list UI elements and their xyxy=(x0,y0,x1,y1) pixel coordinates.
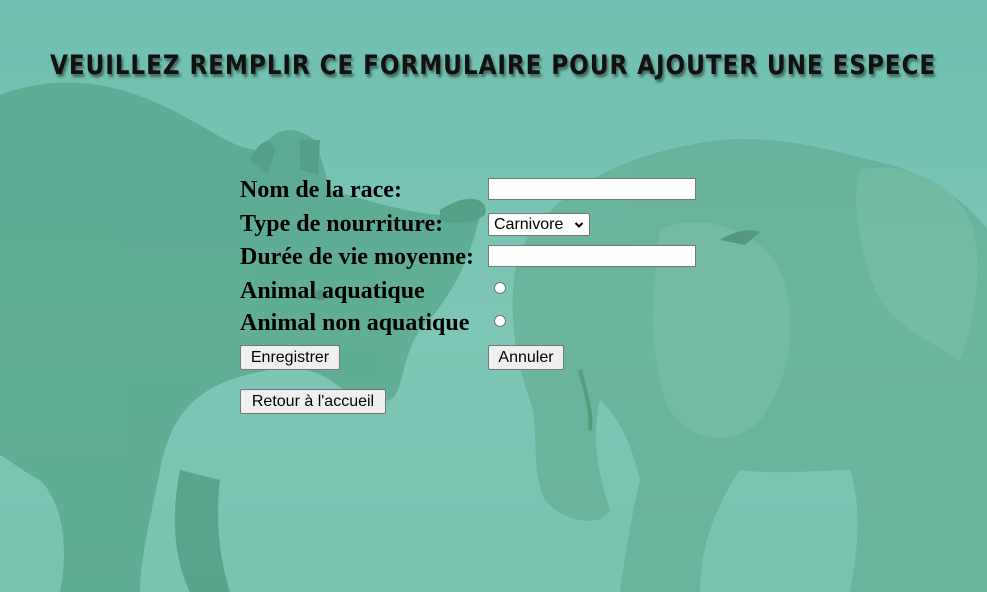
food-type-select[interactable]: Carnivore xyxy=(488,213,590,236)
race-name-input[interactable] xyxy=(488,178,696,200)
aquatic-row: Animal aquatique xyxy=(240,276,740,306)
aquatic-label: Animal aquatique xyxy=(240,278,425,304)
home-button[interactable]: Retour à l'accueil xyxy=(240,389,386,414)
page-title: VEUILLEZ REMPLIR CE FORMULAIRE POUR AJOU… xyxy=(50,50,937,81)
lifespan-input[interactable] xyxy=(488,245,696,267)
lifespan-label: Durée de vie moyenne: xyxy=(240,244,474,270)
elephant-illustration xyxy=(512,139,987,592)
lifespan-row: Durée de vie moyenne: xyxy=(240,242,740,272)
food-label: Type de nourriture: xyxy=(240,211,444,237)
non-aquatic-radio[interactable] xyxy=(494,315,506,327)
cancel-button[interactable]: Annuler xyxy=(488,345,564,370)
race-label: Nom de la race: xyxy=(240,177,402,203)
aquatic-radio[interactable] xyxy=(494,282,506,294)
save-button[interactable]: Enregistrer xyxy=(240,345,340,370)
race-row: Nom de la race: xyxy=(240,175,740,205)
non-aquatic-row: Animal non aquatique xyxy=(240,308,740,338)
food-type-selected: Carnivore xyxy=(494,216,564,233)
chevron-down-icon xyxy=(574,222,584,228)
non-aquatic-label: Animal non aquatique xyxy=(240,310,470,336)
